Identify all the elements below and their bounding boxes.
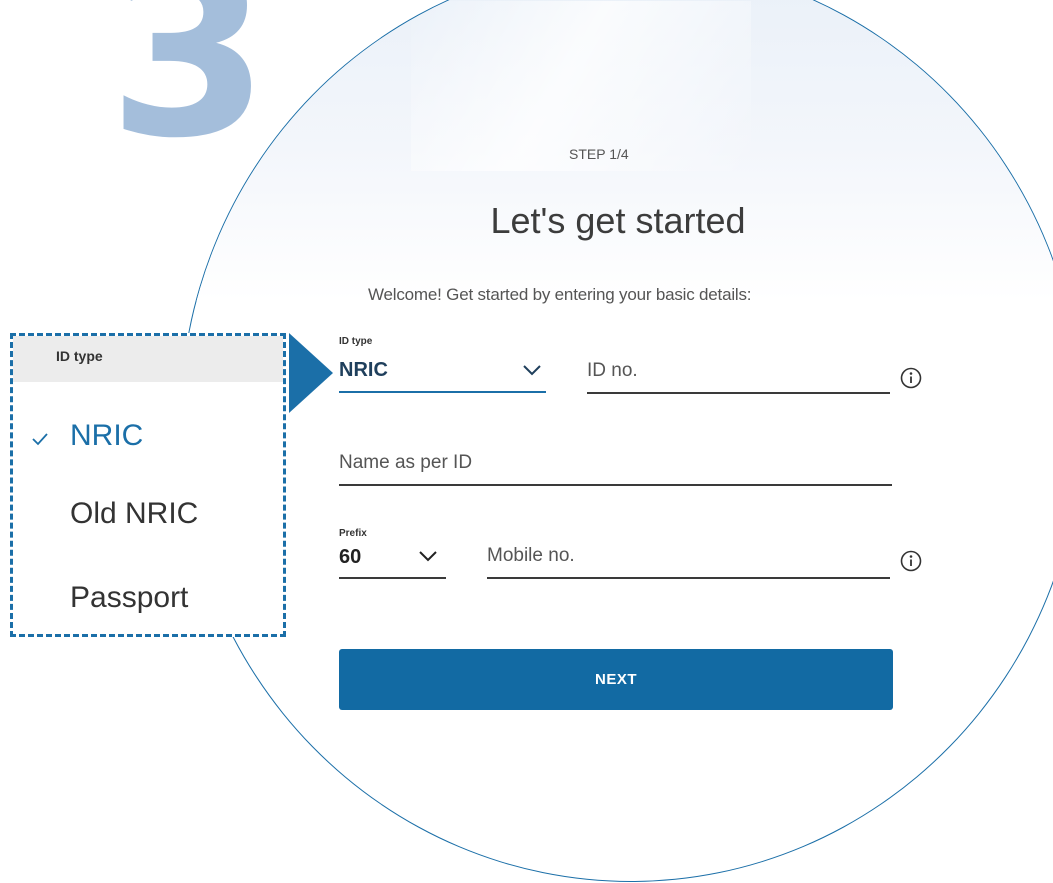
- page-subtitle: Welcome! Get started by entering your ba…: [368, 285, 752, 304]
- id-type-dropdown: ID type NRIC Old NRIC Passport: [10, 333, 286, 637]
- info-icon[interactable]: [900, 367, 922, 389]
- id-no-placeholder[interactable]: ID no.: [587, 360, 638, 382]
- dropdown-option-passport[interactable]: Passport: [70, 581, 188, 615]
- id-no-underline: [587, 392, 890, 394]
- mobile-underline: [487, 577, 890, 579]
- name-underline: [339, 484, 892, 486]
- chevron-down-icon[interactable]: [418, 550, 438, 562]
- step-indicator: STEP 1/4: [569, 146, 629, 162]
- prefix-label: Prefix: [339, 528, 367, 539]
- chevron-down-icon[interactable]: [522, 364, 542, 376]
- dropdown-header-label: ID type: [56, 348, 103, 364]
- id-type-value: NRIC: [339, 359, 388, 381]
- info-icon[interactable]: [900, 550, 922, 572]
- id-type-underline: [339, 391, 546, 393]
- prefix-value: 60: [339, 546, 362, 568]
- next-button[interactable]: NEXT: [339, 649, 893, 710]
- page-title: Let's get started: [490, 200, 746, 241]
- dropdown-option-old-nric[interactable]: Old NRIC: [70, 497, 198, 531]
- id-type-label: ID type: [339, 336, 373, 347]
- dropdown-option-nric[interactable]: NRIC: [70, 419, 143, 453]
- dropdown-header: ID type: [13, 336, 283, 382]
- callout-arrow: [289, 333, 333, 413]
- name-placeholder[interactable]: Name as per ID: [339, 452, 472, 474]
- prefix-underline: [339, 577, 446, 579]
- check-icon: [32, 433, 48, 446]
- mobile-placeholder[interactable]: Mobile no.: [487, 545, 575, 567]
